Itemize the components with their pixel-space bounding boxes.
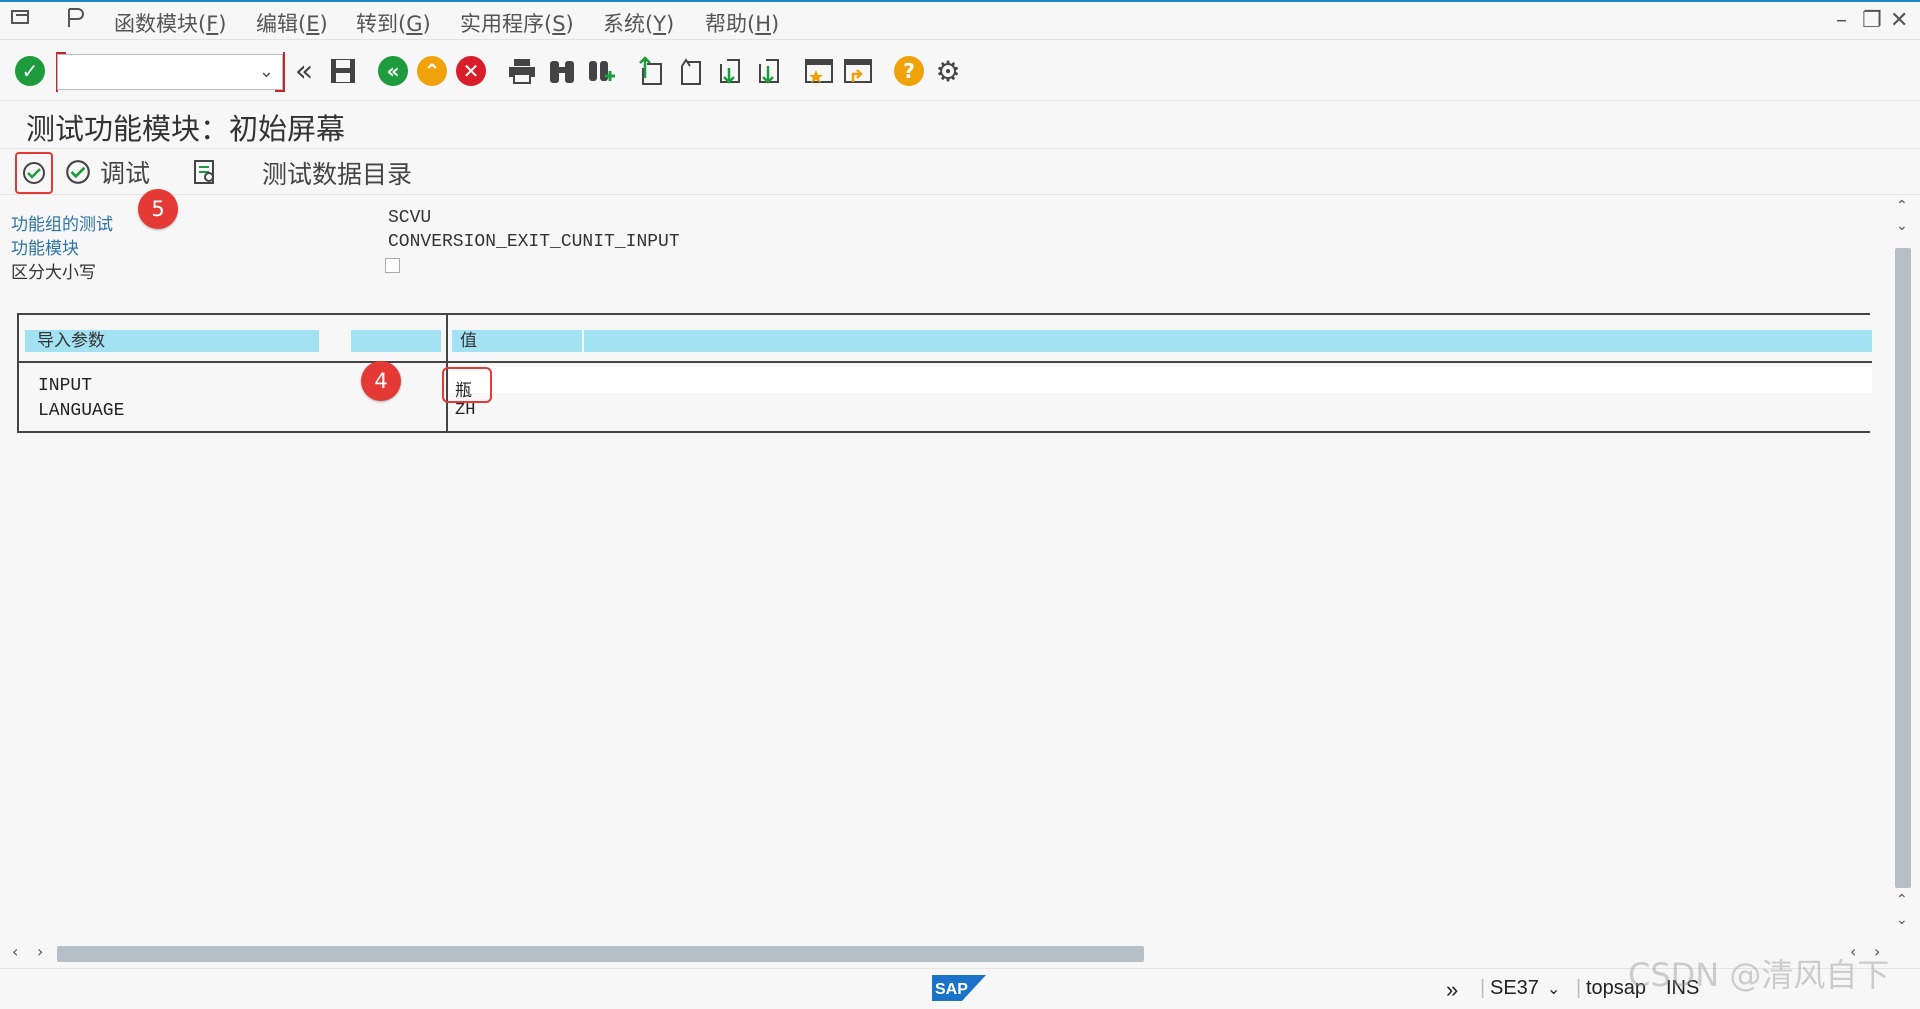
param-value-language[interactable]: ZH [455,401,475,420]
menu-goto[interactable]: 转到(G) [356,8,431,38]
execute-button[interactable] [15,152,53,194]
chevron-down-icon[interactable]: ⌄ [1547,979,1560,999]
title-divider [0,148,1920,149]
case-sensitive-checkbox[interactable] [385,258,400,273]
restore-icon[interactable]: ❐ [1862,8,1882,33]
last-page-icon [759,59,779,84]
command-field[interactable]: ⌄ [57,54,283,90]
collapse-toolbar-button[interactable]: « [287,53,321,89]
function-module-label: 功能模块 [11,239,79,258]
menu-system[interactable]: 系统(Y) [603,8,674,38]
binoculars-plus-icon [589,61,615,81]
help-icon: ? [894,56,924,86]
menu-function-module[interactable]: 函数模块(F) [114,8,227,38]
first-page-button[interactable] [634,54,668,88]
previous-page-icon [681,58,701,85]
input-value-highlight [442,367,492,403]
double-left-icon: « [294,53,314,89]
checkmark-icon: ✓ [15,56,45,86]
menu-bar: 函数模块(F) 编辑(E) 转到(G) 实用程序(S) 系统(Y) 帮助(H) … [0,0,1920,40]
watermark: CSDN @清风自下 [1628,956,1890,994]
print-button[interactable] [505,54,539,88]
function-module-value: CONVERSION_EXIT_CUNIT_INPUT [388,232,680,252]
case-sensitive-label: 区分大小写 [11,263,96,282]
horizontal-scrollbar[interactable]: ‹ › ‹ › [0,942,1893,966]
save-icon [331,59,355,83]
scroll-up-icon[interactable]: ⌃ [1896,198,1908,214]
svg-text:SAP: SAP [935,981,968,998]
system-menu-icon[interactable] [10,6,32,34]
chevron-down-icon[interactable]: ⌄ [259,61,274,82]
new-window-icon [805,59,833,83]
header-value-fill [584,330,1872,352]
menu-utilities[interactable]: 实用程序(S) [460,8,574,38]
status-transaction: SE37 [1490,977,1539,999]
page-title: 测试功能模块：初始屏幕 [26,112,346,146]
enter-button[interactable]: ✓ [13,54,47,88]
shortcut-icon [844,59,872,83]
exit-up-icon: ⌃ [417,56,447,86]
step-badge-5: 5 [138,189,178,229]
standard-toolbar: ✓ ⌄ « « ⌃ ✕ ? ⚙ [0,44,1920,101]
gear-icon: ⚙ [935,54,961,88]
minimize-icon[interactable]: – [1836,8,1847,33]
table-header-divider [19,361,1872,363]
shortcut-button[interactable] [841,54,875,88]
next-page-button[interactable] [712,54,746,88]
execute-icon [23,162,45,184]
previous-page-button[interactable] [673,54,707,88]
debug-label: 调试 [100,159,151,188]
test-data-dir-button[interactable] [192,158,218,190]
next-page-icon [720,59,740,84]
scroll-down-icon[interactable]: ⌄ [1896,912,1908,928]
scroll-left-icon[interactable]: ‹ [12,942,18,961]
debug-icon [66,160,90,184]
find-next-button[interactable] [584,54,618,88]
last-page-button[interactable] [751,54,785,88]
close-window-icon[interactable]: ✕ [1890,8,1908,33]
header-value: 值 [452,330,582,352]
status-divider: | [1576,977,1582,999]
horizontal-scroll-thumb[interactable] [57,946,1144,962]
menu-edit[interactable]: 编辑(E) [256,8,328,38]
test-data-icon [194,160,214,184]
back-icon: « [378,56,408,86]
exit-button[interactable]: ⌃ [415,54,449,88]
binoculars-icon [550,61,574,83]
save-button[interactable] [326,54,360,88]
scroll-up-bottom-icon[interactable]: ⌃ [1896,892,1908,908]
layout-menu-icon[interactable] [64,6,86,36]
header-import-params: 导入参数 [25,330,319,352]
first-page-icon [639,56,662,85]
scroll-down-small-icon[interactable]: ⌄ [1896,218,1908,234]
test-group-value: SCVU [388,208,432,228]
status-expand-icon[interactable]: » [1446,977,1458,1003]
step-badge-4: 4 [361,361,401,401]
print-icon [509,59,535,84]
help-button[interactable]: ? [892,54,926,88]
application-toolbar: 调试 测试数据目录 [0,150,1920,195]
import-params-table: 导入参数 值 INPUT 瓶 LANGUAGE ZH [17,313,1872,433]
vertical-scroll-thumb[interactable] [1895,248,1911,888]
test-group-label: 功能组的测试 [11,215,113,234]
cancel-button[interactable]: ✕ [454,54,488,88]
sap-logo: SAP [932,975,986,1001]
header-blank [351,330,441,352]
status-divider: | [1480,977,1486,999]
back-button[interactable]: « [376,54,410,88]
customize-layout-button[interactable]: ⚙ [931,54,965,88]
input-value-field-bg[interactable] [449,367,1872,393]
cancel-icon: ✕ [456,56,486,86]
param-name-language: LANGUAGE [38,401,125,421]
menu-help[interactable]: 帮助(H) [705,8,779,38]
find-button[interactable] [545,54,579,88]
test-data-dir-label[interactable]: 测试数据目录 [262,155,412,191]
vertical-scrollbar[interactable]: ⌃ ⌄ ⌃ ⌄ [1893,196,1913,936]
create-session-button[interactable] [802,54,836,88]
scroll-right-icon[interactable]: › [37,942,43,961]
param-name-input: INPUT [38,376,93,396]
